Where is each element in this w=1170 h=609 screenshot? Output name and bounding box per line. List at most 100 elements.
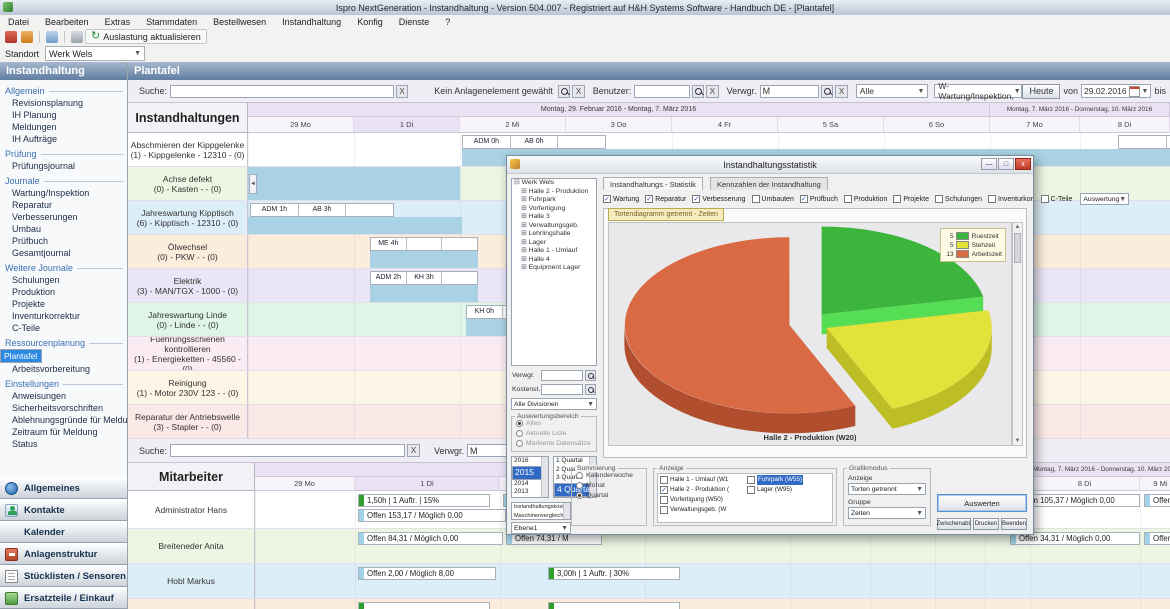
menu-dienste[interactable]: Dienste: [391, 17, 438, 27]
sidebar-item-zeitraum-f-r-meldung[interactable]: Zeitraum für Meldung: [0, 426, 127, 438]
filter-schulungen[interactable]: Schulungen: [935, 195, 982, 203]
clear-anlage-button[interactable]: X: [572, 85, 584, 98]
anzeige-halle-1-umlauf-w1[interactable]: Halle 1 - Umlauf (W1: [660, 475, 743, 485]
tab-kennzahlen[interactable]: Kennzahlen der Instandhaltung: [710, 177, 828, 190]
verwgr-input[interactable]: M: [760, 85, 819, 98]
bereich-option-aktuelle-liste[interactable]: Aktuelle Liste: [516, 430, 596, 437]
nav-button-st-cklisten-sensoren[interactable]: Stücklisten / Sensoren: [0, 565, 127, 587]
tree-item-halle-2-produktion[interactable]: ⊞ Halle 2 - Produktion: [512, 188, 596, 197]
menu-[interactable]: ?: [437, 17, 458, 27]
menu-datei[interactable]: Datei: [0, 17, 37, 27]
chart-scrollbar[interactable]: ▲ ▼: [1012, 222, 1023, 446]
task-bar[interactable]: [1118, 135, 1170, 149]
filter-type-select[interactable]: W-Wartung/Inspektion,▼: [934, 84, 1022, 98]
task-bar[interactable]: ME 4h: [370, 237, 478, 251]
gruppe-select[interactable]: Zeiten▼: [848, 507, 926, 519]
drucken-button[interactable]: Drucken: [973, 518, 999, 530]
sidebar-item-produktion[interactable]: Produktion: [0, 286, 127, 298]
toolbar-icon-orange[interactable]: [21, 31, 33, 43]
anzeige-vorfertigung-w50[interactable]: Vorfertigung (W50): [660, 495, 743, 505]
tree-item-vorfertigung[interactable]: ⊞ Vorfertigung: [512, 205, 596, 214]
sidebar-item-anweisungen[interactable]: Anweisungen: [0, 390, 127, 402]
search-icon[interactable]: [585, 370, 596, 381]
heute-button[interactable]: Heute: [1022, 84, 1060, 99]
sidebar-item-verbesserungen[interactable]: Verbesserungen: [0, 211, 127, 223]
auswertung-select[interactable]: Auswertung▼: [1080, 193, 1129, 205]
nav-button-kontakte[interactable]: Kontakte: [0, 499, 127, 521]
sidebar-item-ih-auftr-ge[interactable]: IH Aufträge: [0, 133, 127, 145]
sidebar-item-pr-fungsjournal[interactable]: Prüfungsjournal: [0, 160, 127, 172]
tree-item-verwaltungsgeb[interactable]: ⊞ Verwaltungsgeb.: [512, 222, 596, 231]
filter-reparatur[interactable]: Reparatur: [645, 195, 686, 203]
search-icon[interactable]: [821, 85, 833, 98]
maximize-button[interactable]: □: [998, 158, 1014, 170]
menu-stammdaten[interactable]: Stammdaten: [138, 17, 205, 27]
sidebar-item-ih-planung[interactable]: IH Planung: [0, 109, 127, 121]
sidebar-item-gesamtjournal[interactable]: Gesamtjournal: [0, 247, 127, 259]
sidebar-item-wartung-inspektion[interactable]: Wartung/Inspektion: [0, 187, 127, 199]
dlg-verwgr-input[interactable]: [541, 370, 583, 381]
clear-search-button[interactable]: X: [396, 85, 408, 98]
filter-verbesserung[interactable]: Verbesserung: [692, 195, 745, 203]
filter-produktion[interactable]: Produktion: [844, 195, 887, 203]
clear-benutzer-button[interactable]: X: [706, 85, 718, 98]
menu-instandhaltung[interactable]: Instandhaltung: [274, 17, 349, 27]
auswerten-button[interactable]: Auswerten: [937, 494, 1027, 512]
list-scrollbar[interactable]: [541, 457, 548, 497]
sidebar-item-revisionsplanung[interactable]: Revisionsplanung: [0, 97, 127, 109]
sidebar-item-inventurkorrektur[interactable]: Inventurkorrektur: [0, 310, 127, 322]
sidebar-item-sicherheitsvorschriften[interactable]: Sicherheitsvorschriften: [0, 402, 127, 414]
ebene-select[interactable]: Ebene1▼: [511, 522, 571, 534]
tree-item-equipment-lager[interactable]: ⊞ Equipment Lager: [512, 264, 596, 273]
filter-umbauten[interactable]: Umbauten: [752, 195, 794, 203]
capacity-bar[interactable]: 1,50h | 1 Auftr. | 15%: [358, 494, 490, 507]
tree-item-lager[interactable]: ⊞ Lager: [512, 239, 596, 248]
stat-maschinenvergleich[interactable]: Maschinenvergleich: [512, 512, 570, 521]
sidebar-item-meldungen[interactable]: Meldungen: [0, 121, 127, 133]
chart-tab[interactable]: Tortendiagramm getrennt - Zeiten: [608, 208, 724, 221]
summierung-kalenderwoche[interactable]: Kalenderwoche: [576, 472, 646, 479]
tree-item-fuhrpark[interactable]: ⊞ Fuhrpark: [512, 196, 596, 205]
filter-c-teile[interactable]: C-Teile: [1041, 195, 1073, 203]
zwischenablage-button[interactable]: Zwischenabl.: [937, 518, 971, 530]
summierung-monat[interactable]: Monat: [576, 482, 646, 489]
search-icon[interactable]: [585, 384, 596, 395]
tree-root[interactable]: ⊟ Werk Wels: [512, 179, 596, 188]
sidebar-item-pr-fbuch[interactable]: Prüfbuch: [0, 235, 127, 247]
capacity-bar[interactable]: Offen 153,17 / Möglich 0,00: [358, 509, 506, 522]
task-bar[interactable]: ADM 2hKH 3h: [370, 271, 478, 285]
clear-staff-search-button[interactable]: X: [407, 444, 420, 457]
bereich-option-markierte-datens-tze[interactable]: Markierte Datensätze: [516, 440, 596, 447]
standort-select[interactable]: Werk Wels ▼: [45, 46, 145, 61]
anzeige-fuhrpark-w55[interactable]: Fuhrpark (W55): [747, 475, 830, 485]
menu-bestellwesen[interactable]: Bestellwesen: [205, 17, 274, 27]
task-bar[interactable]: ADM 0hAB 0h: [462, 135, 606, 149]
filter-projekte[interactable]: Projekte: [893, 195, 929, 203]
filter-wartung[interactable]: Wartung: [603, 195, 639, 203]
menu-bearbeiten[interactable]: Bearbeiten: [37, 17, 97, 27]
auslastung-aktualisieren-button[interactable]: ↻ Auslastung aktualisieren: [85, 29, 207, 44]
nav-button-allgemeines[interactable]: Allgemeines: [0, 477, 127, 499]
sidebar-item-reparatur[interactable]: Reparatur: [0, 199, 127, 211]
scroll-down-icon[interactable]: ▼: [1013, 438, 1022, 444]
nav-button-anlagenstruktur[interactable]: Anlagenstruktur: [0, 543, 127, 565]
staff-search-input[interactable]: [170, 444, 405, 457]
dialog-title-bar[interactable]: Instandhaltungsstatistik — □ x: [507, 156, 1033, 174]
search-input[interactable]: [170, 85, 394, 98]
sidebar-item-ablehnungsgr-nde-f-r-meldung[interactable]: Ablehnungsgründe für Meldung: [0, 414, 127, 426]
sidebar-item-schulungen[interactable]: Schulungen: [0, 274, 127, 286]
anzeige-lager-w95[interactable]: Lager (W95): [747, 485, 830, 495]
minimize-button[interactable]: —: [981, 158, 997, 170]
scroll-left-button[interactable]: ◄: [249, 174, 257, 194]
tree-item-halle-4[interactable]: ⊞ Halle 4: [512, 256, 596, 265]
folder-icon[interactable]: [46, 31, 58, 43]
capacity-bar[interactable]: [358, 602, 490, 609]
beenden-button[interactable]: Beenden: [1001, 518, 1027, 530]
search-icon[interactable]: [558, 85, 570, 98]
tree-item-halle-3[interactable]: ⊞ Halle 3: [512, 213, 596, 222]
divisionen-select[interactable]: Alle Divisionen▼: [511, 398, 597, 410]
capacity-bar[interactable]: 3,00h | 1 Auftr. | 30%: [548, 567, 680, 580]
stat-instandhaltungskosten[interactable]: Instandhaltungskosten: [512, 503, 570, 512]
capacity-bar[interactable]: [548, 602, 680, 609]
sidebar-item-c-teile[interactable]: C-Teile: [0, 322, 127, 334]
